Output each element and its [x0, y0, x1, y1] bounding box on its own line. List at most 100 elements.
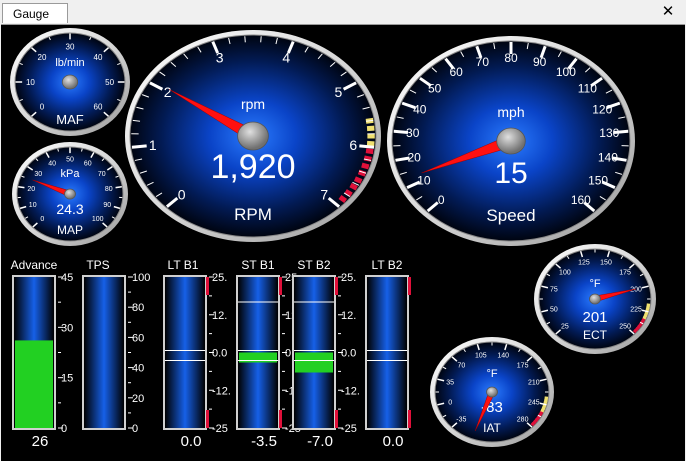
gauge-ect-redzone-segment — [641, 318, 646, 323]
gauge-ect-hub — [589, 293, 601, 305]
gauge-iat-redzone-segment — [534, 417, 539, 423]
gauge-rpm-redzone-segment — [338, 194, 348, 203]
gauge-ect-redzone-segment — [636, 324, 641, 330]
gauge-ect-tick-label: 100 — [559, 270, 571, 277]
gauge-iat-tick-label: 140 — [497, 353, 509, 360]
gauge-speed-tick-label: 150 — [588, 173, 608, 187]
gauge-speed-label: Speed — [486, 206, 535, 225]
gauge-iat-tick-label: 175 — [517, 363, 529, 370]
bar-advance-label: Advance — [11, 258, 58, 272]
bar-ltb1-redmark-bottom — [206, 410, 209, 428]
gauge-iat-redzone-segment — [536, 415, 541, 420]
gauge-map-hub — [64, 188, 76, 200]
gauge-ect-redzone-segment — [643, 313, 648, 318]
gauge-iat-redzone-segment — [530, 421, 535, 427]
gauge-ect-unit: °F — [589, 278, 600, 290]
gauge-ect-redzone-segment — [645, 305, 650, 310]
gauge-iat-redzone-segment — [532, 419, 537, 425]
gauge-maf-tick-label: 30 — [66, 43, 75, 52]
bar-stb2: ST B2 25. 12. 0.0 -12. -25 -7.0 — [292, 258, 360, 450]
gauge-rpm-tick-label: 2 — [164, 84, 172, 100]
gauge-iat: -3503570105 140175210245280°F-83IAT — [430, 337, 554, 447]
gauge-maf-label: MAF — [56, 112, 84, 127]
gauge-rpm-tick-label: 4 — [282, 50, 290, 66]
gauge-ect-tick-label: 50 — [550, 306, 558, 313]
tab-gauge[interactable]: Gauge — [2, 3, 68, 23]
gauge-rpm-tick-label: 0 — [178, 186, 186, 202]
bar-ltb1-track — [165, 277, 205, 428]
gauge-maf-tick-label: 60 — [94, 103, 103, 112]
gauge-map-tick-label: 20 — [27, 186, 35, 193]
gauge-speed-tick-label: 10 — [417, 173, 431, 187]
gauge-speed-hub — [496, 127, 526, 155]
gauge-rpm-tick-label: 6 — [349, 137, 357, 153]
bar-ltb1-redmark-top — [206, 277, 209, 295]
gauge-speed-unit: mph — [497, 104, 524, 120]
gauge-rpm-redzone-segment — [353, 176, 363, 184]
gauge-iat-tick-label: 105 — [475, 353, 487, 360]
gauge-speed-tick-label: 160 — [571, 193, 591, 207]
bar-ltb1-tick-label: 25. — [212, 272, 227, 284]
gauge-speed-tick-label: 70 — [476, 55, 490, 69]
gauge-rpm-value: 1,920 — [210, 148, 295, 186]
gauge-map-tick — [115, 185, 122, 189]
gauge-ect-redzone-segment — [645, 308, 650, 313]
bar-advance-fill — [15, 340, 53, 428]
bar-stb2-value: -7.0 — [307, 433, 333, 450]
gauge-ect-redzone-segment — [638, 322, 643, 327]
bar-stb1-value: -3.5 — [251, 433, 277, 450]
gauge-map: 010 20 30 40 50 60 70 80 90 100 kPa 24.3 MAP — [12, 142, 128, 246]
bar-stb2-tick-label: 12. — [341, 310, 356, 322]
bar-stb2-tick-label: 25. — [341, 272, 356, 284]
gauge-rpm-tick-label: 1 — [149, 137, 157, 153]
gauge-map-tick-label: 60 — [84, 160, 92, 167]
gauge-rpm-redzone-segment — [349, 182, 358, 191]
bar-ltb1-tick-label: 12. — [212, 310, 227, 322]
gauge-iat-tick-label: -35 — [456, 416, 466, 423]
gauge-speed-tick-label: 140 — [598, 150, 618, 164]
gauge-iat-redzone-segment — [541, 406, 546, 411]
gauge-speed-tick-label: 60 — [449, 65, 463, 79]
bar-ltb2: LT B2 0.0 — [365, 258, 411, 450]
gauge-map-tick-label: 40 — [48, 160, 56, 167]
bar-advance-tick-label: 15 — [61, 373, 73, 385]
gauge-iat-label: IAT — [483, 421, 501, 435]
bar-tps-tick-label: 100 — [132, 272, 150, 284]
gauge-iat-unit: °F — [486, 368, 497, 380]
bar-stb2-fill — [295, 352, 333, 373]
gauge-speed-tick-label: 120 — [592, 102, 612, 116]
bar-tps-label: TPS — [86, 258, 109, 272]
gauge-window: Gauge ✕ 0 10 20 30 40 50 60 lb/min MAF 0… — [0, 0, 686, 461]
bar-advance-value: 26 — [32, 433, 49, 450]
bar-stb2-tick-label: -25 — [341, 423, 357, 435]
gauge-ect: 255075100125 150175200225250°F201ECT — [534, 244, 656, 354]
gauge-maf: 0 10 20 30 40 50 60 lb/min MAF — [10, 28, 130, 136]
gauge-ect-value: 201 — [582, 309, 607, 326]
gauge-speed-tick-label: 50 — [428, 82, 442, 96]
gauge-panel: 0 10 20 30 40 50 60 lb/min MAF 0 10 20 30 40 50 60 70 80 9… — [1, 24, 685, 461]
gauge-map-unit: kPa — [61, 168, 81, 180]
gauge-iat-tick-label: 245 — [528, 399, 540, 406]
gauge-map-tick-label: 100 — [92, 216, 104, 223]
bar-ltb1-tick-label: -25 — [212, 423, 228, 435]
gauge-speed-tick-label: 90 — [533, 55, 547, 69]
gauge-rpm-unit: rpm — [241, 96, 265, 112]
close-icon[interactable]: ✕ — [660, 2, 676, 20]
gauge-rpm-tick-label: 3 — [216, 50, 224, 66]
gauge-ect-redzone-segment — [642, 315, 647, 320]
bar-advance-tick-label: 30 — [61, 322, 73, 334]
gauge-ect-tick-label: 175 — [619, 270, 631, 277]
bar-advance-tick-label: 0 — [61, 423, 67, 435]
gauge-speed-tick-label: 40 — [413, 102, 427, 116]
gauge-ect-redzone-segment — [632, 328, 638, 334]
gauge-rpm-tick-label: 7 — [320, 186, 328, 202]
bar-tps-tick-label: 20 — [132, 393, 144, 405]
bar-tps-track — [84, 277, 124, 428]
gauge-speed-tick-label: 80 — [504, 51, 518, 65]
gauge-ect-label: ECT — [583, 328, 608, 342]
gauge-map-tick — [18, 185, 25, 189]
gauge-rpm-redzone-segment — [365, 148, 374, 155]
gauge-iat-hub — [486, 386, 498, 398]
bar-stb2-tick-label: -12. — [341, 385, 360, 397]
gauge-iat-redzone-segment — [540, 408, 545, 413]
